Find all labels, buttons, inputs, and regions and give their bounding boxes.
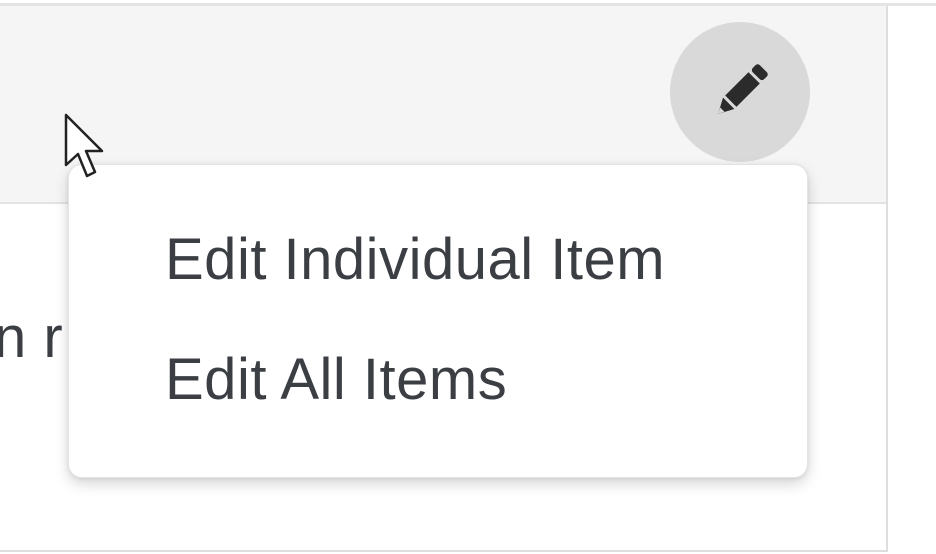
card-body-text: n r (0, 305, 64, 370)
app-viewport: n r Edit Individual Item Edit All Items (0, 0, 936, 554)
edit-options-menu: Edit Individual Item Edit All Items (68, 164, 808, 478)
menu-item-edit-all-items[interactable]: Edit All Items (165, 351, 507, 409)
menu-item-edit-individual-item[interactable]: Edit Individual Item (165, 231, 665, 289)
edit-button[interactable] (670, 22, 810, 162)
pencil-icon (718, 64, 768, 114)
